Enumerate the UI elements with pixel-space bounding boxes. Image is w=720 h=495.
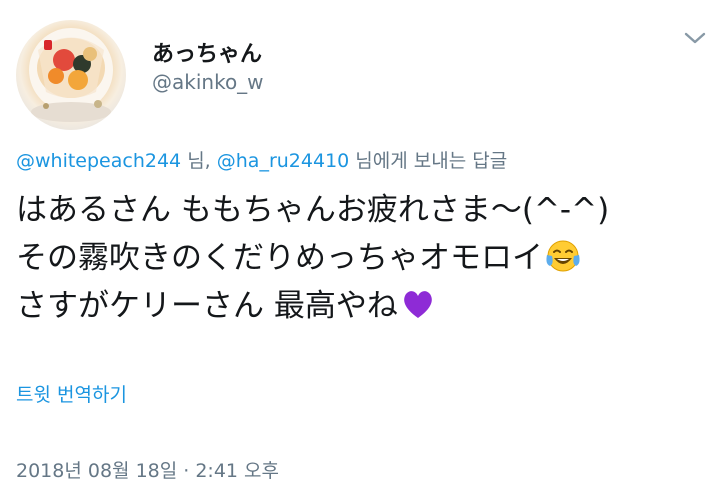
user-handle[interactable]: @akinko_w xyxy=(152,70,264,94)
tweet-text: はあるさん ももちゃんお疲れさま〜(^-^) その霧吹きのくだりめっちゃオモロイ… xyxy=(16,186,706,330)
tweet-line: その霧吹きのくだりめっちゃオモロイ xyxy=(16,234,706,282)
reply-separator: 님, xyxy=(181,150,217,172)
mention-link[interactable]: @whitepeach244 xyxy=(16,150,181,172)
tweet-line-text: その霧吹きのくだりめっちゃオモロイ xyxy=(16,240,543,276)
tweet-line: はあるさん ももちゃんお疲れさま〜(^-^) xyxy=(16,186,706,234)
tweet-line: さすがケリーさん 最高やね xyxy=(16,282,706,330)
face-with-tears-of-joy-icon xyxy=(545,238,581,274)
display-name[interactable]: あっちゃん xyxy=(152,36,262,68)
translate-tweet-link[interactable]: 트윗 번역하기 xyxy=(16,380,127,407)
dessert-cup-photo xyxy=(29,28,113,122)
avatar[interactable] xyxy=(16,20,126,130)
chevron-down-icon[interactable] xyxy=(682,28,708,48)
mention-link[interactable]: @ha_ru24410 xyxy=(217,150,349,172)
tweet-line-text: はあるさん ももちゃんお疲れさま〜(^-^) xyxy=(16,192,610,228)
reply-context: @whitepeach244 님, @ha_ru24410 님에게 보내는 답글 xyxy=(16,146,507,173)
tweet-line-text: さすがケリーさん 最高やね xyxy=(16,288,398,324)
reply-suffix: 님에게 보내는 답글 xyxy=(349,150,508,172)
tweet-detail: あっちゃん @akinko_w @whitepeach244 님, @ha_ru… xyxy=(0,0,720,495)
purple-heart-icon xyxy=(400,286,436,322)
timestamp[interactable]: 2018년 08월 18일 · 2:41 오후 xyxy=(16,456,279,483)
